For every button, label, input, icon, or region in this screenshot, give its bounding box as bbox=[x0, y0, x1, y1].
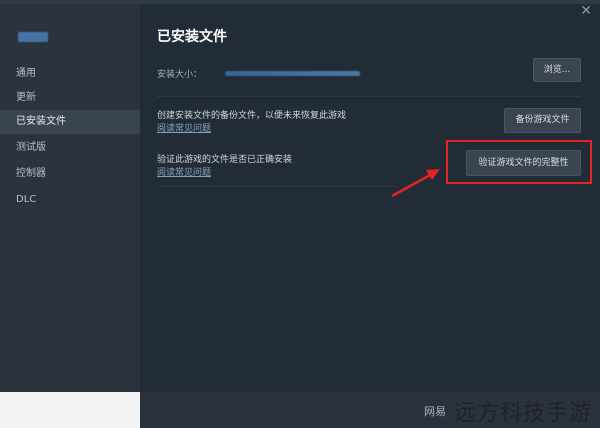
divider bbox=[157, 96, 581, 97]
divider bbox=[157, 186, 397, 187]
sidebar-item-dlc[interactable]: DLC bbox=[0, 188, 140, 212]
steam-properties-window: 通用 更新 已安装文件 测试版 控制器 DLC ✕ 已安装文件 安装大小： 浏览… bbox=[0, 0, 600, 392]
backup-faq-link[interactable]: 阅读常见问题 bbox=[157, 121, 211, 134]
sidebar-item-controller[interactable]: 控制器 bbox=[0, 162, 140, 186]
watermark: 远方科技手游 bbox=[453, 401, 592, 426]
sidebar-item-updates[interactable]: 更新 bbox=[0, 86, 140, 110]
backup-files-button[interactable]: 备份游戏文件 bbox=[504, 108, 581, 133]
app-logo bbox=[18, 32, 48, 42]
backup-description: 创建安装文件的备份文件，以便未来恢复此游戏 bbox=[157, 111, 347, 121]
verify-description: 验证此游戏的文件是否已正确安装 bbox=[157, 155, 293, 165]
sidebar: 通用 更新 已安装文件 测试版 控制器 DLC bbox=[0, 4, 140, 392]
browse-button[interactable]: 浏览... bbox=[533, 58, 581, 82]
main-panel: ✕ 已安装文件 安装大小： 浏览... 创建安装文件的备份文件，以便未来恢复此游… bbox=[140, 3, 600, 392]
close-icon[interactable]: ✕ bbox=[580, 3, 592, 19]
verify-faq-link[interactable]: 阅读常见问题 bbox=[157, 165, 211, 178]
footer-small-text: 网易 bbox=[424, 405, 446, 418]
footer-strip: 网易 远方科技手游 bbox=[0, 392, 600, 428]
sidebar-item-installed-files[interactable]: 已安装文件 bbox=[0, 110, 140, 134]
install-size-value bbox=[225, 71, 360, 76]
sidebar-item-betas[interactable]: 测试版 bbox=[0, 136, 140, 160]
highlight-box bbox=[446, 140, 592, 184]
page-title: 已安装文件 bbox=[157, 29, 227, 45]
install-size-label: 安装大小： bbox=[157, 70, 203, 80]
sidebar-item-general[interactable]: 通用 bbox=[0, 62, 140, 86]
